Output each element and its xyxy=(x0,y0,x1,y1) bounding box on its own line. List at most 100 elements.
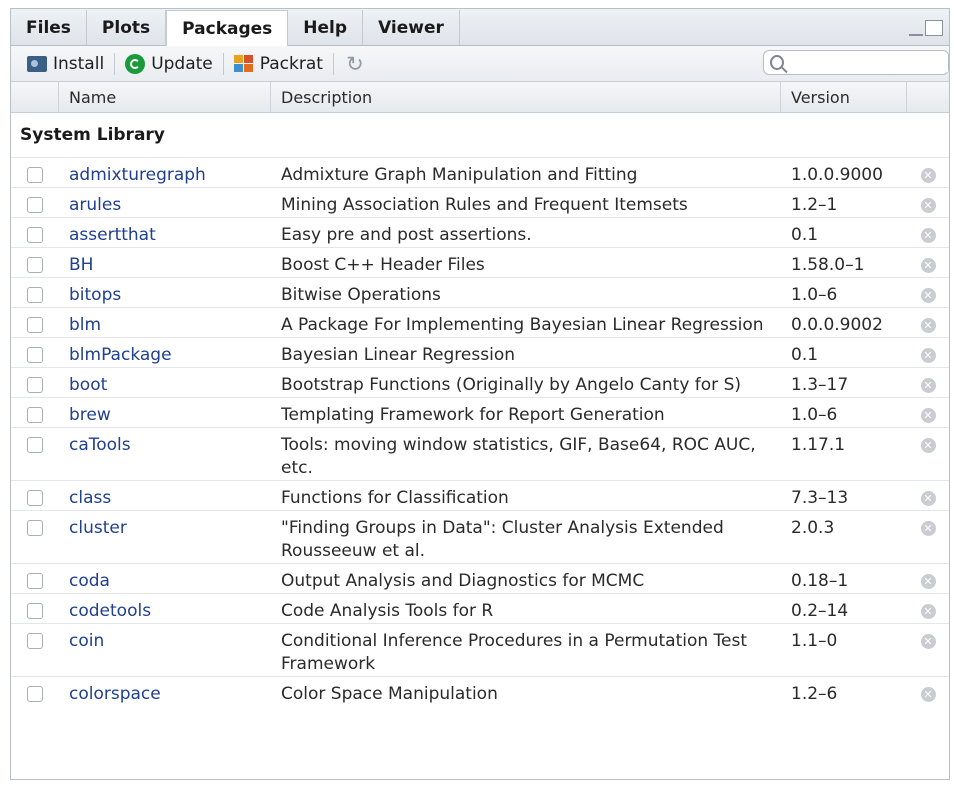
package-version: 1.17.1 xyxy=(791,435,846,455)
refresh-button[interactable]: ↻ xyxy=(338,50,372,78)
remove-icon[interactable]: ✕ xyxy=(920,687,936,702)
load-checkbox[interactable] xyxy=(27,347,43,363)
tab-files[interactable]: Files xyxy=(11,10,87,45)
table-row: blm A Package For Implementing Bayesian L… xyxy=(11,307,949,337)
update-icon xyxy=(125,53,146,74)
load-checkbox[interactable] xyxy=(27,377,43,393)
install-icon xyxy=(27,55,47,72)
package-name-link[interactable]: coda xyxy=(59,564,271,593)
package-description: Easy pre and post assertions. xyxy=(281,225,532,245)
package-description: Templating Framework for Report Generati… xyxy=(281,405,665,425)
remove-icon[interactable]: ✕ xyxy=(920,168,936,183)
package-name-link[interactable]: admixturegraph xyxy=(59,158,271,187)
header-name[interactable]: Name xyxy=(59,82,271,112)
remove-icon[interactable]: ✕ xyxy=(920,318,936,333)
remove-icon[interactable]: ✕ xyxy=(920,228,936,243)
table-row: class Functions for Classification 7.3–13 ✕ xyxy=(11,480,949,510)
row-checkbox-cell xyxy=(11,158,59,187)
load-checkbox[interactable] xyxy=(27,197,43,213)
tab-packages[interactable]: Packages xyxy=(166,10,289,46)
remove-icon[interactable]: ✕ xyxy=(920,288,936,303)
load-checkbox[interactable] xyxy=(27,520,43,536)
package-name-link[interactable]: boot xyxy=(59,368,271,397)
search-box[interactable] xyxy=(763,50,949,75)
package-name-link[interactable]: blm xyxy=(59,308,271,337)
tab-viewer[interactable]: Viewer xyxy=(363,10,460,45)
update-button[interactable]: Update xyxy=(119,50,219,78)
remove-icon[interactable]: ✕ xyxy=(920,438,936,453)
load-checkbox[interactable] xyxy=(27,407,43,423)
load-checkbox[interactable] xyxy=(27,287,43,303)
header-version[interactable]: Version xyxy=(781,82,907,112)
load-checkbox[interactable] xyxy=(27,573,43,589)
tab-plots[interactable]: Plots xyxy=(87,10,167,45)
header-checkbox-column xyxy=(11,82,59,112)
remove-icon[interactable]: ✕ xyxy=(920,198,936,213)
load-checkbox[interactable] xyxy=(27,317,43,333)
row-remove-cell: ✕ xyxy=(907,248,949,277)
load-checkbox[interactable] xyxy=(27,633,43,649)
remove-icon[interactable]: ✕ xyxy=(920,258,936,273)
package-name-link[interactable]: arules xyxy=(59,188,271,217)
package-version: 0.0.0.9002 xyxy=(791,315,883,335)
package-name-link[interactable]: coin xyxy=(59,624,271,676)
table-row: coda Output Analysis and Diagnostics for … xyxy=(11,563,949,593)
install-label: Install xyxy=(53,53,105,74)
package-name-link[interactable]: caTools xyxy=(59,428,271,480)
package-name-link[interactable]: class xyxy=(59,481,271,510)
search-input[interactable] xyxy=(794,53,948,72)
load-checkbox[interactable] xyxy=(27,257,43,273)
remove-icon[interactable]: ✕ xyxy=(920,491,936,506)
package-name-link[interactable]: codetools xyxy=(59,594,271,623)
maximize-icon[interactable] xyxy=(925,20,943,36)
packrat-icon xyxy=(233,54,254,73)
row-remove-cell: ✕ xyxy=(907,677,949,706)
remove-icon[interactable]: ✕ xyxy=(920,604,936,619)
package-version: 0.1 xyxy=(791,345,819,365)
load-checkbox[interactable] xyxy=(27,167,43,183)
row-checkbox-cell xyxy=(11,511,59,563)
row-remove-cell: ✕ xyxy=(907,158,949,187)
package-name-link[interactable]: colorspace xyxy=(59,677,271,706)
row-checkbox-cell xyxy=(11,624,59,676)
package-version: 7.3–13 xyxy=(791,488,849,508)
row-checkbox-cell xyxy=(11,594,59,623)
tab-help[interactable]: Help xyxy=(288,10,364,45)
header-description[interactable]: Description xyxy=(271,82,781,112)
packrat-label: Packrat xyxy=(259,53,323,74)
tab-bar: Files Plots Packages Help Viewer xyxy=(11,9,949,46)
remove-icon[interactable]: ✕ xyxy=(920,408,936,423)
table-row: boot Bootstrap Functions (Originally by A… xyxy=(11,367,949,397)
load-checkbox[interactable] xyxy=(27,686,43,702)
table-header: Name Description Version xyxy=(11,82,949,113)
install-button[interactable]: Install xyxy=(21,50,110,78)
row-remove-cell: ✕ xyxy=(907,308,949,337)
remove-icon[interactable]: ✕ xyxy=(920,348,936,363)
minimize-icon[interactable] xyxy=(909,24,923,36)
table-row: arules Mining Association Rules and Frequ… xyxy=(11,187,949,217)
package-name-link[interactable]: BH xyxy=(59,248,271,277)
package-name-link[interactable]: brew xyxy=(59,398,271,427)
package-name-link[interactable]: bitops xyxy=(59,278,271,307)
load-checkbox[interactable] xyxy=(27,227,43,243)
table-row: coin Conditional Inference Procedures in … xyxy=(11,623,949,676)
package-name-link[interactable]: blmPackage xyxy=(59,338,271,367)
package-version: 1.2–1 xyxy=(791,195,838,215)
remove-icon[interactable]: ✕ xyxy=(920,521,936,536)
packrat-button[interactable]: Packrat xyxy=(228,50,329,78)
package-version: 1.3–17 xyxy=(791,375,849,395)
remove-icon[interactable]: ✕ xyxy=(920,378,936,393)
package-name-link[interactable]: assertthat xyxy=(59,218,271,247)
package-description: Bitwise Operations xyxy=(281,285,441,305)
row-remove-cell: ✕ xyxy=(907,564,949,593)
load-checkbox[interactable] xyxy=(27,603,43,619)
load-checkbox[interactable] xyxy=(27,437,43,453)
row-remove-cell: ✕ xyxy=(907,624,949,676)
package-name-link[interactable]: cluster xyxy=(59,511,271,563)
package-version: 0.18–1 xyxy=(791,571,849,591)
packages-pane: Files Plots Packages Help Viewer Install… xyxy=(10,8,950,780)
load-checkbox[interactable] xyxy=(27,490,43,506)
row-checkbox-cell xyxy=(11,398,59,427)
remove-icon[interactable]: ✕ xyxy=(920,574,936,589)
remove-icon[interactable]: ✕ xyxy=(920,634,936,649)
